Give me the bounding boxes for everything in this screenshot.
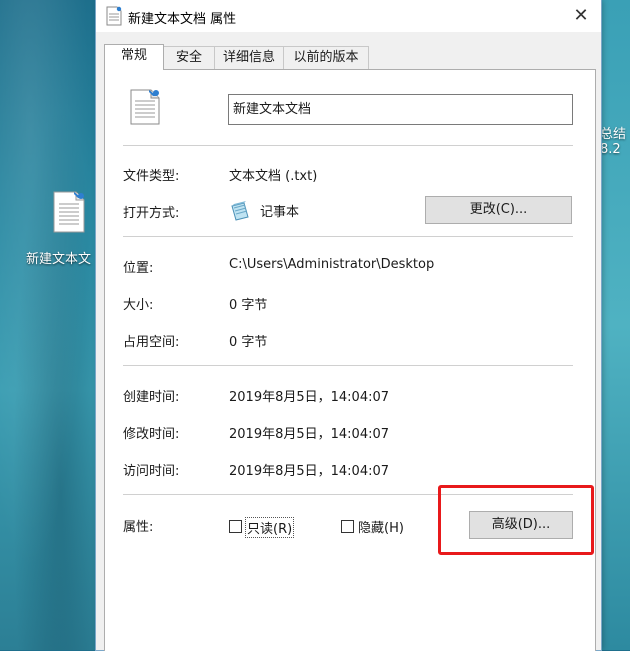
change-button[interactable]: 更改(C)... (425, 196, 572, 224)
disk-size-value: 0 字节 (229, 335, 268, 350)
divider (123, 236, 573, 237)
file-type-label: 文件类型: (123, 169, 180, 184)
notepad-icon (231, 201, 249, 221)
divider (123, 365, 573, 366)
accessed-label: 访问时间: (123, 464, 180, 479)
desktop-edge-text: 8.2 (600, 142, 621, 157)
open-with-label: 打开方式: (123, 206, 180, 221)
disk-size-label: 占用空间: (123, 335, 180, 350)
desktop-background (0, 0, 100, 650)
location-label: 位置: (123, 261, 154, 276)
tab-general[interactable]: 常规 (104, 44, 164, 70)
file-name-input[interactable]: 新建文本文档 (228, 94, 573, 125)
size-label: 大小: (123, 298, 154, 313)
hidden-checkbox-label[interactable]: 隐藏(H) (358, 517, 404, 536)
hidden-checkbox[interactable] (341, 520, 354, 533)
accessed-value: 2019年8月5日，14:04:07 (229, 464, 390, 479)
tab-details[interactable]: 详细信息 (214, 46, 284, 69)
divider (123, 145, 573, 146)
desktop-edge-text: 总结 (600, 127, 627, 142)
general-tab-panel: 新建文本文档 文件类型: 文本文档 (.txt) 打开方式: 记事本 更改(C)… (104, 69, 596, 651)
size-value: 0 字节 (229, 298, 268, 313)
readonly-checkbox[interactable] (229, 520, 242, 533)
text-file-icon (130, 89, 160, 125)
file-type-value: 文本文档 (.txt) (229, 169, 318, 184)
location-value: C:\Users\Administrator\Desktop (229, 257, 435, 272)
open-with-value: 记事本 (260, 205, 300, 220)
tab-security[interactable]: 安全 (163, 46, 215, 69)
title-bar[interactable]: 新建文本文档 属性 ✕ (96, 0, 601, 32)
attributes-label: 属性: (123, 520, 154, 535)
window-title: 新建文本文档 属性 (128, 12, 237, 27)
created-value: 2019年8月5日，14:04:07 (229, 390, 390, 405)
close-button[interactable]: ✕ (566, 4, 596, 28)
tab-previous-versions[interactable]: 以前的版本 (283, 46, 369, 69)
advanced-button[interactable]: 高级(D)... (469, 511, 573, 539)
modified-value: 2019年8月5日，14:04:07 (229, 427, 390, 442)
divider (123, 494, 573, 495)
created-label: 创建时间: (123, 390, 180, 405)
desktop-background-right (600, 0, 630, 650)
readonly-checkbox-label[interactable]: 只读(R) (245, 517, 295, 538)
properties-dialog: 新建文本文档 属性 ✕ 常规 安全 详细信息 以前的版本 新建文本文档 文件类型… (96, 0, 601, 651)
text-file-icon (53, 191, 85, 233)
modified-label: 修改时间: (123, 427, 180, 442)
text-file-icon (106, 6, 122, 26)
